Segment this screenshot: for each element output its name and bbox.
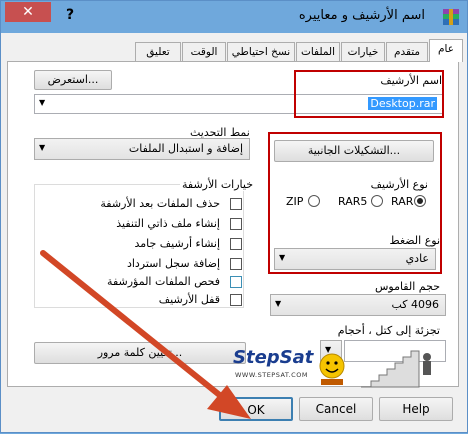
tab-advanced[interactable]: متقدم xyxy=(386,42,428,61)
tab-time[interactable]: الوقت xyxy=(182,42,226,61)
option-recovery-label: إضافة سجل استرداد xyxy=(126,257,220,270)
set-password-button[interactable]: تعيين كلمة مرور... xyxy=(34,342,246,364)
option-solid-checkbox[interactable] xyxy=(230,238,242,250)
staircase-icon xyxy=(361,350,431,388)
dictionary-value: 4096 كب xyxy=(391,298,439,311)
close-button[interactable]: ✕ xyxy=(5,2,51,22)
highlight-format-compression xyxy=(268,132,442,274)
browse-button[interactable]: استعرض... xyxy=(34,70,112,90)
title-bar[interactable]: ✕ ? اسم الأرشيف و معاييره xyxy=(1,1,467,33)
split-label: تجزئة إلى كتل ، أحجام xyxy=(337,324,440,337)
tab-bar: عام متقدم خيارات الملفات نسخ احتياطي الو… xyxy=(1,39,467,62)
dictionary-label: حجم القاموس xyxy=(374,280,440,293)
winrar-icon xyxy=(443,9,459,25)
update-mode-value: إضافة و استبدال الملفات xyxy=(128,142,243,155)
option-recovery-checkbox[interactable] xyxy=(230,258,242,270)
tab-options[interactable]: خيارات xyxy=(341,42,385,61)
logo-brand: StepSat xyxy=(233,347,314,368)
option-solid-label: إنشاء أرشيف جامد xyxy=(134,237,220,250)
option-lock-checkbox[interactable] xyxy=(230,294,242,306)
cancel-button[interactable]: Cancel xyxy=(299,397,373,421)
general-panel: اسم الأرشيف استعرض... ▼ Desktop.rar نمط … xyxy=(7,61,459,387)
window-title: اسم الأرشيف و معاييره xyxy=(298,8,425,23)
chevron-down-icon[interactable]: ▼ xyxy=(39,98,45,107)
update-mode-select[interactable]: إضافة و استبدال الملفات ▼ xyxy=(34,138,250,160)
tab-general[interactable]: عام xyxy=(429,39,463,62)
archive-dialog: ✕ ? اسم الأرشيف و معاييره عام متقدم خيار… xyxy=(0,0,468,433)
smiley-icon xyxy=(319,353,345,385)
option-delete-files-label: حذف الملفات بعد الأرشفة xyxy=(100,197,220,210)
option-sfx-label: إنشاء ملف ذاتي التنفيذ xyxy=(116,217,220,230)
tab-files[interactable]: الملفات xyxy=(296,42,340,61)
option-test-label: فحص الملفات المؤرشفة xyxy=(107,275,220,288)
archive-options-title: خيارات الأرشفة xyxy=(180,178,256,191)
ok-button[interactable]: OK xyxy=(219,397,293,421)
dictionary-select[interactable]: 4096 كب ▼ xyxy=(270,294,446,316)
chevron-down-icon: ▼ xyxy=(39,143,46,152)
logo-url: WWW.STEPSAT.COM xyxy=(235,371,308,379)
chevron-down-icon: ▼ xyxy=(275,299,282,308)
option-delete-files-checkbox[interactable] xyxy=(230,198,242,210)
option-sfx-checkbox[interactable] xyxy=(230,218,242,230)
option-lock-label: قفل الأرشيف xyxy=(158,293,220,306)
help-button[interactable]: Help xyxy=(379,397,453,421)
option-test-checkbox[interactable] xyxy=(230,276,242,288)
tab-comment[interactable]: تعليق xyxy=(135,42,181,61)
help-icon[interactable]: ? xyxy=(63,5,77,25)
stepsat-logo: StepSat WWW.STEPSAT.COM xyxy=(233,347,443,391)
tab-backup[interactable]: نسخ احتياطي xyxy=(227,42,295,61)
highlight-archive-name xyxy=(294,70,444,118)
